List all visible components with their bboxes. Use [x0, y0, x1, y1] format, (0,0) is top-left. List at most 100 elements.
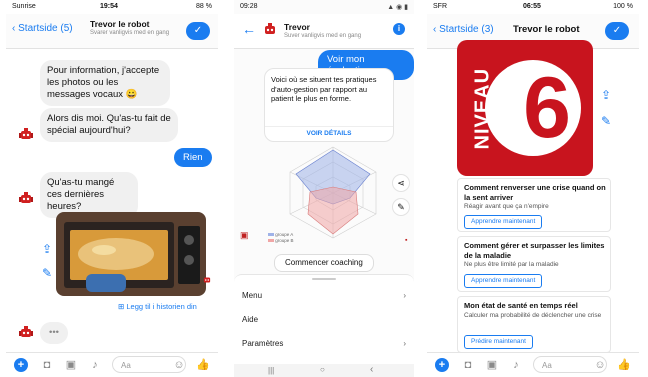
clock: 19:54: [100, 3, 118, 10]
learn-now-button[interactable]: Apprendre maintenant: [464, 215, 543, 229]
level-logo: 6 NIVEAU: [457, 40, 593, 176]
back-label: Startside (5): [18, 23, 73, 34]
microphone-icon[interactable]: ♪: [88, 358, 102, 372]
plus-icon[interactable]: +: [435, 358, 449, 372]
emoji-icon[interactable]: ☺: [593, 358, 607, 372]
chevron-left-icon: ‹: [12, 23, 16, 34]
share-icon[interactable]: ⋖: [392, 174, 410, 192]
status-icons: ▲ ◉ ▮: [387, 4, 408, 11]
chart-legend: groupe A groupe B: [268, 232, 294, 244]
food-photo[interactable]: [56, 212, 206, 296]
drawer-item-settings[interactable]: Paramètres ›: [242, 339, 406, 348]
back-button[interactable]: ‹ Startside (3): [433, 24, 494, 35]
chevron-left-icon: ‹: [433, 24, 437, 35]
pencil-icon[interactable]: ✎: [601, 114, 611, 128]
phone-screen-chat-3: SFR 06:55 100 % ‹ Startside (3) Trevor l…: [427, 0, 639, 377]
image-icon[interactable]: ▣: [485, 358, 499, 372]
emoji-icon[interactable]: ☺: [172, 358, 186, 372]
home-icon[interactable]: ○: [320, 365, 325, 374]
bottom-drawer: Menu › Aide Paramètres › ||| ○ ‹: [234, 274, 414, 377]
chat-title: Trevor le robot: [90, 19, 150, 29]
chat-header: ‹ Startside (5) Trevor le robot Svarer v…: [6, 14, 218, 49]
camera-icon[interactable]: ◘: [40, 358, 54, 372]
back-nav-icon[interactable]: ‹: [370, 364, 373, 375]
chat-subtitle: Svarer vanligvis med en gang: [90, 30, 170, 36]
android-nav-bar: ||| ○ ‹: [234, 364, 414, 377]
chat-title: Trevor le robot: [513, 24, 580, 35]
add-to-story-link[interactable]: ⊞ Legg til i historien din: [118, 302, 197, 311]
check-icon: ✓: [193, 25, 203, 36]
recent-apps-icon[interactable]: |||: [268, 366, 274, 375]
logo-number: 6: [523, 60, 571, 156]
chevron-right-icon: ›: [403, 339, 406, 348]
logo-word: NIVEAU: [471, 67, 494, 150]
message-composer: + ◘ ▣ ♪ Aa ☺ 👍: [6, 352, 218, 377]
predict-now-button[interactable]: Prédire maintenant: [464, 335, 533, 349]
card-title: Comment renverser une crise quand on la …: [464, 183, 606, 202]
phone-screen-chat-2: 09:28 ▲ ◉ ▮ ← Trevor Suver vanligvis med…: [234, 0, 414, 377]
plus-square-icon: ⊞: [118, 302, 125, 311]
robot-avatar-icon: [19, 128, 33, 139]
microphone-icon[interactable]: ♪: [509, 358, 523, 372]
card-title: Comment gérer et surpasser les limites d…: [464, 241, 605, 260]
message-bubble: Alors dis moi. Qu'as-tu fait de spécial …: [40, 108, 178, 142]
evaluation-card: Voici où se situent tes pratiques d'auto…: [264, 68, 394, 142]
course-card: Comment renverser une crise quand on la …: [457, 178, 611, 232]
image-icon[interactable]: ▣: [64, 358, 78, 372]
drawer-item-help[interactable]: Aide: [242, 315, 406, 324]
check-menu-button[interactable]: ✓: [605, 22, 629, 40]
card-title: Mon état de santé en temps réel: [464, 301, 578, 310]
radar-chart: [289, 146, 377, 239]
robot-avatar-icon: [19, 192, 33, 203]
clock: 06:55: [523, 3, 541, 10]
pencil-icon[interactable]: ✎: [42, 266, 52, 280]
info-icon[interactable]: i: [393, 23, 405, 35]
drawer-handle[interactable]: [312, 278, 336, 280]
legend-item: groupe B: [268, 238, 294, 244]
clock: 09:28: [240, 3, 258, 10]
share-icon[interactable]: ⇪: [601, 88, 611, 102]
robot-small-icon: ▣: [240, 230, 249, 240]
typing-indicator: •••: [40, 322, 68, 344]
learn-now-button[interactable]: Apprendre maintenant: [464, 274, 543, 288]
check-menu-button[interactable]: ✓: [186, 22, 210, 40]
robot-avatar-icon: [19, 326, 33, 337]
card-subtitle: Calculer ma probabilité de déclencher un…: [464, 312, 602, 319]
check-icon: ✓: [612, 25, 622, 36]
chevron-right-icon: ›: [403, 291, 406, 300]
chat-title: Trevor: [284, 22, 310, 32]
phone-screen-chat-1: Sunrise 19:54 88 % ‹ Startside (5) Trevo…: [6, 0, 218, 377]
pencil-icon[interactable]: ✎: [392, 198, 410, 216]
user-reply-bubble: Rien: [174, 148, 212, 167]
message-composer: + ◘ ▣ ♪ Aa ☺ 👍: [427, 352, 639, 377]
status-bar: SFR 06:55 100 %: [427, 0, 639, 14]
card-subtitle: Réagir avant que ça n'empire: [464, 203, 549, 210]
drawer-item-menu[interactable]: Menu ›: [242, 291, 406, 300]
quick-reply-button[interactable]: Commencer coaching: [274, 254, 374, 272]
back-button[interactable]: ‹ Startside (5): [12, 23, 73, 34]
back-label: Startside (3): [439, 24, 494, 35]
course-card: Comment gérer et surpasser les limites d…: [457, 236, 611, 292]
arrow-left-icon[interactable]: ←: [242, 21, 256, 37]
course-card: Mon état de santé en temps réel Calculer…: [457, 296, 611, 353]
chat-subtitle: Suver vanligvis med en gang: [284, 33, 362, 39]
thumbs-up-icon[interactable]: 👍: [196, 358, 210, 372]
chat-header: ← Trevor Suver vanligvis med en gang i: [234, 14, 414, 49]
carrier: Sunrise: [12, 3, 36, 10]
message-bubble: Pour information, j'accepte les photos o…: [40, 60, 170, 106]
robot-seen-icon: [203, 277, 211, 283]
evaluation-text: Voici où se situent tes pratiques d'auto…: [271, 75, 377, 103]
carrier: SFR: [433, 3, 447, 10]
battery: 88 %: [196, 3, 212, 10]
robot-avatar-icon: [265, 23, 275, 34]
card-subtitle: Ne plus être limité par la maladie: [464, 261, 559, 268]
robot-seen-icon: ▪: [405, 237, 408, 244]
view-details-link[interactable]: VOIR DÉTAILS: [265, 126, 393, 141]
status-bar: 09:28 ▲ ◉ ▮: [234, 0, 414, 14]
share-icon[interactable]: ⇪: [42, 242, 52, 256]
battery: 100 %: [613, 3, 633, 10]
plus-icon[interactable]: +: [14, 358, 28, 372]
camera-icon[interactable]: ◘: [461, 358, 475, 372]
add-to-story-label: Legg til i historien din: [126, 302, 197, 311]
thumbs-up-icon[interactable]: 👍: [617, 358, 631, 372]
